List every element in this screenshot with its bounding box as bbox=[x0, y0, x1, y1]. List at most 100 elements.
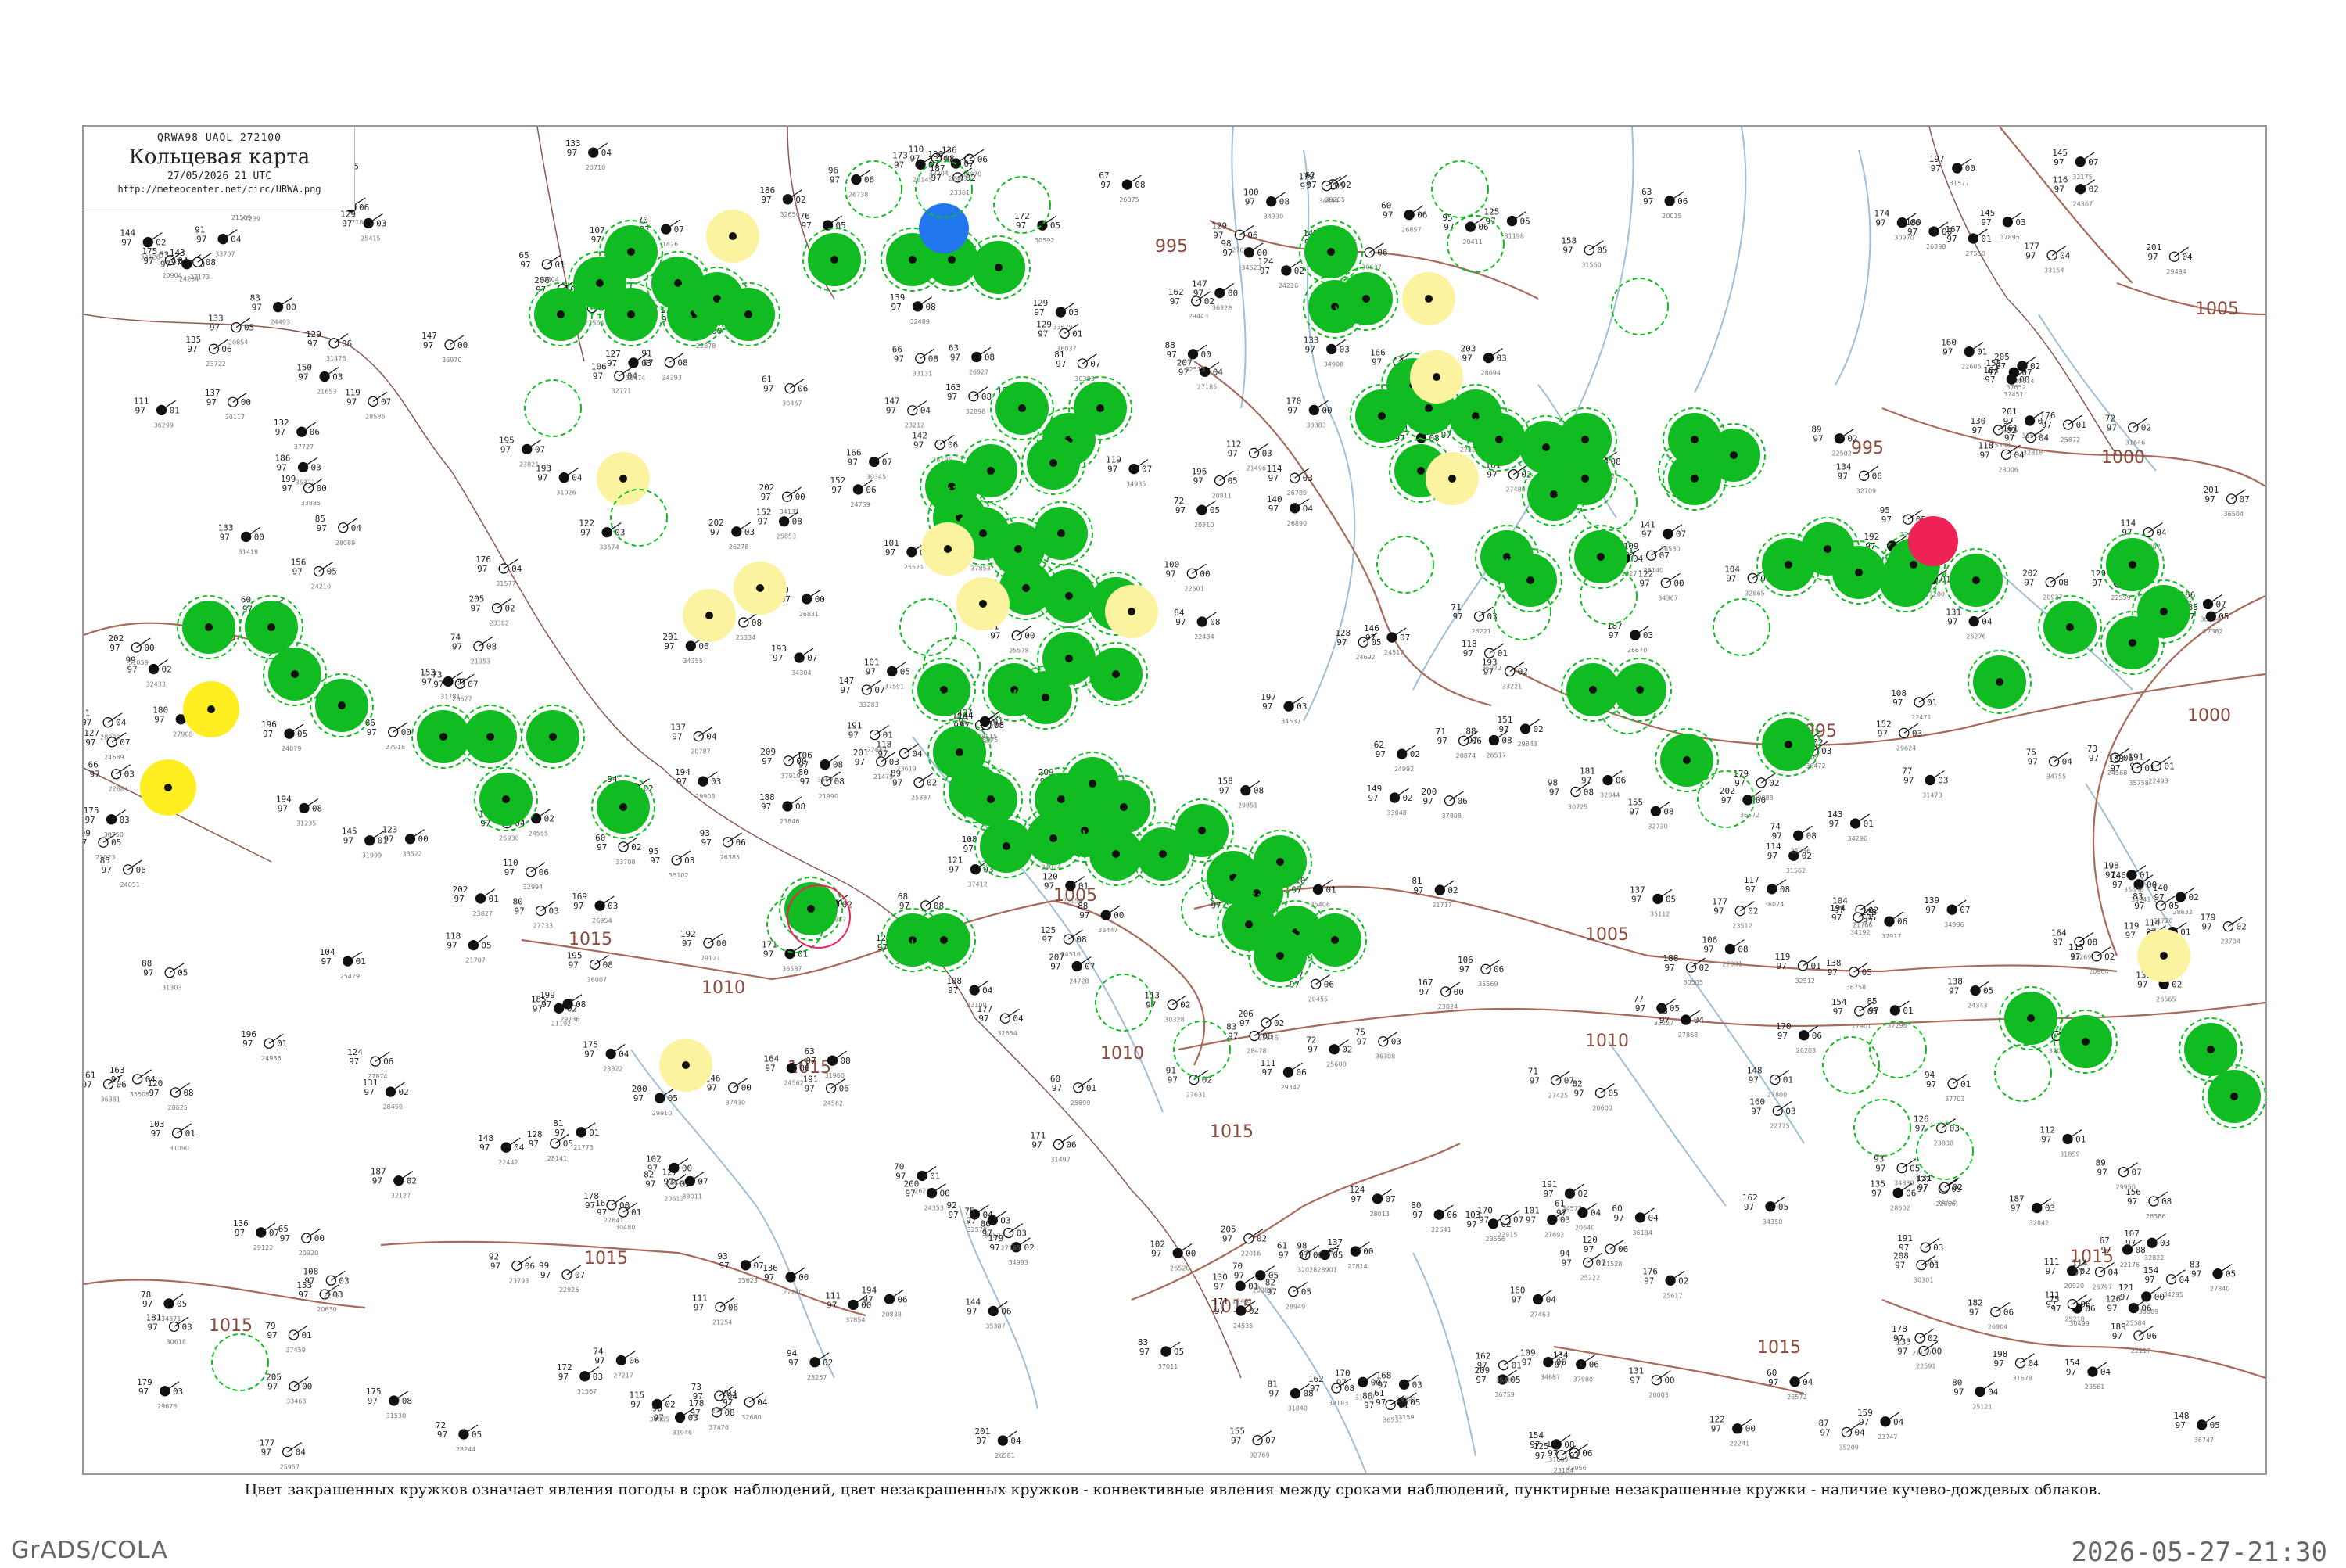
station-value: 03 bbox=[173, 1387, 183, 1397]
station-value: 97 bbox=[84, 718, 91, 728]
synoptic-map[interactable]: 1015 1015 1010 1015 1015 1015 1015 1010 … bbox=[82, 125, 2267, 1475]
station-index: 36580 bbox=[1660, 546, 1680, 553]
station-plot: 7197 0326221 bbox=[1451, 602, 1498, 635]
station-marker bbox=[1425, 404, 1433, 412]
station-index: 28013 bbox=[1369, 1211, 1389, 1218]
station-marker bbox=[1495, 436, 1503, 443]
station-index: 23006 bbox=[1998, 466, 2018, 473]
station-value: 97 bbox=[298, 1290, 308, 1300]
station-plot: 7997 0137459 bbox=[265, 1321, 311, 1354]
station-plot: 9497 0137703 bbox=[1925, 1070, 1971, 1103]
station-marker bbox=[987, 467, 995, 475]
station-value: 01 bbox=[1927, 698, 1937, 708]
station-value: 97 bbox=[2041, 1134, 2051, 1144]
station-index: 31473 bbox=[1922, 792, 1942, 799]
station-marker bbox=[267, 623, 275, 631]
station-index: 22926 bbox=[559, 1286, 579, 1294]
station-plot: 13197 0020003 bbox=[1628, 1366, 1674, 1399]
station-index: 23704 bbox=[2220, 938, 2240, 945]
station-plot: 13197 0228459 bbox=[362, 1078, 408, 1111]
station-marker bbox=[995, 264, 1003, 271]
station-index: 25872 bbox=[2061, 436, 2080, 443]
station-value: 01 bbox=[589, 1128, 599, 1138]
station-marker bbox=[1089, 780, 1096, 788]
station-value: 06 bbox=[359, 203, 369, 213]
station-plot: 13797 0030117 bbox=[205, 388, 251, 421]
station-value: 97 bbox=[761, 195, 771, 205]
station-value: 04 bbox=[1854, 1427, 1865, 1437]
station-value: 06 bbox=[1324, 979, 1334, 989]
station-index: 36074 bbox=[1764, 901, 1784, 908]
station-value: 02 bbox=[795, 195, 805, 205]
station-value: 97 bbox=[447, 941, 457, 951]
station-marker bbox=[1022, 584, 1030, 592]
station-value: 97 bbox=[1351, 1194, 1361, 1204]
station-value: 07 bbox=[381, 396, 391, 407]
station-value: 97 bbox=[1310, 1383, 1320, 1394]
station-plot: 15297 0329624 bbox=[1876, 719, 1922, 752]
station-marker bbox=[944, 545, 952, 553]
station-index: 20920 bbox=[299, 1250, 318, 1257]
station-value: 97 bbox=[1175, 505, 1186, 515]
station-marker bbox=[1550, 490, 1558, 498]
station-value: 06 bbox=[799, 1064, 809, 1074]
station-value: 97 bbox=[1279, 1250, 1289, 1260]
station-index: 34993 bbox=[1008, 1259, 1028, 1266]
station-index: 34330 bbox=[1264, 213, 1283, 221]
station-plot: 13397 0420710 bbox=[565, 138, 612, 171]
cb-cloud-ring bbox=[1431, 160, 1489, 218]
station-value: 97 bbox=[364, 1087, 374, 1097]
station-index: 20614 bbox=[2014, 378, 2034, 385]
station-index: 32127 bbox=[391, 1193, 411, 1200]
station-value: 97 bbox=[1305, 344, 1315, 354]
station-value: 97 bbox=[1659, 1015, 1670, 1025]
source-url[interactable]: http://meteocenter.net/circ/URWA.png bbox=[84, 184, 354, 195]
station-plot: 12497 0224226 bbox=[1258, 257, 1304, 289]
station-value: 07 bbox=[269, 1228, 279, 1238]
station-plot: 13397 0520854 bbox=[208, 314, 254, 346]
weather-circle-red bbox=[1908, 516, 1958, 566]
station-value: 97 bbox=[567, 148, 577, 158]
station-plot: 11297 0131859 bbox=[2039, 1125, 2086, 1157]
station-value: 00 bbox=[457, 340, 468, 350]
station-index: 21717 bbox=[1432, 902, 1451, 909]
station-value: 97 bbox=[982, 1228, 992, 1238]
station-value: 02 bbox=[1204, 296, 1214, 307]
station-value: 03 bbox=[1000, 1215, 1010, 1225]
station-value: 97 bbox=[978, 1014, 988, 1024]
station-index: 26857 bbox=[1401, 227, 1421, 234]
station-plot: 12497 0627874 bbox=[347, 1047, 393, 1080]
station-index: 36844 bbox=[666, 1179, 686, 1186]
station-index: 34192 bbox=[1850, 929, 1870, 936]
cb-cloud-ring bbox=[524, 379, 582, 437]
station-index: 27425 bbox=[1548, 1092, 1568, 1099]
station-marker bbox=[106, 737, 117, 748]
station-value: 97 bbox=[1364, 1400, 1374, 1410]
station-index: 31497 bbox=[1050, 1156, 1070, 1163]
station-index: 28141 bbox=[547, 1155, 567, 1162]
station-index: 32489 bbox=[909, 318, 929, 325]
station-index: 22601 bbox=[1184, 585, 1203, 592]
station-index: 36747 bbox=[2194, 1437, 2214, 1444]
station-index: 32028 bbox=[1297, 1266, 1317, 1273]
station-marker bbox=[1785, 561, 1792, 569]
station-index: 22457 bbox=[323, 1292, 343, 1299]
station-value: 97 bbox=[267, 1330, 277, 1340]
station-value: 97 bbox=[1953, 1387, 1964, 1397]
station-index: 22493 bbox=[2148, 778, 2168, 785]
station-value: 97 bbox=[1222, 1234, 1232, 1244]
station-plot: 19697 0524079 bbox=[261, 719, 307, 752]
station-value: 97 bbox=[2112, 880, 2122, 890]
station-index: 33154 bbox=[2044, 267, 2064, 274]
station-plot: 20197 0429494 bbox=[2146, 242, 2193, 275]
cb-cloud-ring bbox=[211, 1333, 269, 1391]
station-plot: 17797 0433154 bbox=[2024, 242, 2071, 274]
station-marker bbox=[1112, 850, 1120, 858]
station-plot: 9197 0433707 bbox=[195, 225, 242, 258]
station-marker bbox=[809, 1357, 820, 1368]
station-index: 31717 bbox=[1355, 1394, 1375, 1401]
station-value: 97 bbox=[277, 462, 287, 472]
station-value: 04 bbox=[296, 1447, 307, 1457]
station-index: 29851 bbox=[1238, 802, 1257, 809]
station-plot: 17197 0136587 bbox=[762, 940, 808, 973]
